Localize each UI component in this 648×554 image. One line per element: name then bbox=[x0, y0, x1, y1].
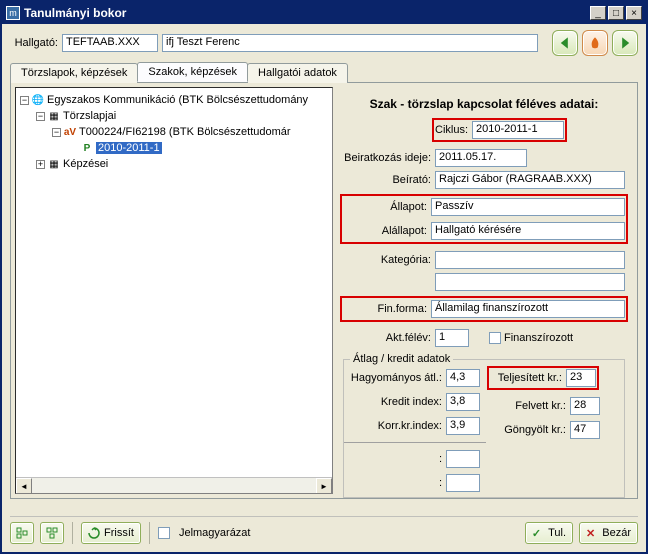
tree-collapse-icon[interactable]: − bbox=[36, 112, 45, 121]
aktfelev-field[interactable]: 1 bbox=[435, 329, 469, 347]
tree-h-scrollbar[interactable]: ◄ ► bbox=[16, 477, 332, 493]
p-icon: P bbox=[80, 142, 94, 154]
korr-label: Korr.kr.index: bbox=[350, 420, 442, 432]
beiratkozas-label: Beiratkozás ideje: bbox=[343, 152, 431, 164]
atlag-kredit-group: Átlag / kredit adatok Hagyományos átl.:4… bbox=[343, 359, 625, 498]
tul-button[interactable]: Tul. bbox=[525, 522, 573, 544]
grid-icon: ▦ bbox=[47, 110, 61, 122]
felv-field[interactable]: 28 bbox=[570, 397, 600, 415]
beirato-label: Beírató: bbox=[343, 174, 431, 186]
av-icon: aV bbox=[63, 126, 77, 138]
nav-fire-button[interactable] bbox=[582, 30, 608, 56]
gong-label: Göngyölt kr.: bbox=[490, 424, 566, 436]
scroll-right-icon[interactable]: ► bbox=[316, 478, 332, 494]
ciklus-label: Ciklus: bbox=[435, 124, 468, 136]
tab-hallgatoi[interactable]: Hallgatói adatok bbox=[247, 63, 348, 83]
kredit-field[interactable]: 3,8 bbox=[446, 393, 480, 411]
scroll-left-icon[interactable]: ◄ bbox=[16, 478, 32, 494]
tree-collapse-all-button[interactable] bbox=[10, 522, 34, 544]
finanszirozott-label: Finanszírozott bbox=[504, 332, 573, 344]
tree-expand-all-button[interactable] bbox=[40, 522, 64, 544]
hagy-field[interactable]: 4,3 bbox=[446, 369, 480, 387]
globe-icon: 🌐 bbox=[31, 94, 45, 106]
empty2-label: : bbox=[350, 477, 442, 489]
hallgato-code-field[interactable]: TEFTAAB.XXX bbox=[62, 34, 158, 52]
minimize-button[interactable]: _ bbox=[590, 6, 606, 20]
frissit-button[interactable]: Frissít bbox=[81, 522, 141, 544]
tree-pane[interactable]: − 🌐 Egyszakos Kommunikáció (BTK Bölcsész… bbox=[15, 87, 333, 494]
tree-node-t000224[interactable]: T000224/FI62198 (BTK Bölcsészettudomár bbox=[79, 126, 291, 138]
kategoria-field[interactable] bbox=[435, 251, 625, 269]
app-icon: m bbox=[6, 6, 20, 20]
nav-prev-button[interactable] bbox=[552, 30, 578, 56]
kredit-label: Kredit index: bbox=[350, 396, 442, 408]
beiratkozas-field[interactable]: 2011.05.17. bbox=[435, 149, 527, 167]
bezar-button[interactable]: Bezár bbox=[579, 522, 638, 544]
grid-icon: ▦ bbox=[47, 158, 61, 170]
telj-field[interactable]: 23 bbox=[566, 369, 596, 387]
hagy-label: Hagyományos átl.: bbox=[350, 372, 442, 384]
felv-label: Felvett kr.: bbox=[490, 400, 566, 412]
tree-collapse-icon[interactable]: − bbox=[52, 128, 61, 137]
empty2-field[interactable] bbox=[446, 474, 480, 492]
finanszirozott-checkbox[interactable] bbox=[489, 332, 501, 344]
korr-field[interactable]: 3,9 bbox=[446, 417, 480, 435]
nav-next-button[interactable] bbox=[612, 30, 638, 56]
jelmagyarazat-label: Jelmagyarázat bbox=[179, 527, 251, 539]
tab-szakok[interactable]: Szakok, képzések bbox=[137, 62, 248, 82]
window-title: Tanulmányi bokor bbox=[24, 6, 588, 20]
alallapot-field[interactable]: Hallgató kérésére bbox=[431, 222, 625, 240]
titlebar: m Tanulmányi bokor _ □ × bbox=[2, 2, 646, 24]
tree-node-root[interactable]: Egyszakos Kommunikáció (BTK Bölcsészettu… bbox=[47, 94, 308, 106]
tree-collapse-icon[interactable]: − bbox=[20, 96, 29, 105]
aktfelev-label: Akt.félév: bbox=[343, 332, 431, 344]
jelmagyarazat-checkbox[interactable] bbox=[158, 527, 170, 539]
close-button[interactable]: × bbox=[626, 6, 642, 20]
maximize-button[interactable]: □ bbox=[608, 6, 624, 20]
allapot-label: Állapot: bbox=[343, 201, 427, 213]
allapot-field[interactable]: Passzív bbox=[431, 198, 625, 216]
tab-torzslapok[interactable]: Törzslapok, képzések bbox=[10, 63, 138, 83]
finforma-field[interactable]: Államilag finanszírozott bbox=[431, 300, 625, 318]
kategoria-label: Kategória: bbox=[343, 254, 431, 266]
empty1-label: : bbox=[350, 453, 442, 465]
tree-node-torzslapjai[interactable]: Törzslapjai bbox=[63, 110, 116, 122]
ciklus-field[interactable]: 2010-2011-1 bbox=[472, 121, 564, 139]
gong-field[interactable]: 47 bbox=[570, 421, 600, 439]
hallgato-label: Hallgató: bbox=[10, 37, 58, 49]
tree-expand-icon[interactable]: + bbox=[36, 160, 45, 169]
finforma-label: Fin.forma: bbox=[343, 303, 427, 315]
section-title: Szak - törzslap kapcsolat féléves adatai… bbox=[343, 97, 625, 111]
alallapot-label: Alállapot: bbox=[343, 225, 427, 237]
tree-node-kepzesei[interactable]: Képzései bbox=[63, 158, 108, 170]
telj-label: Teljesített kr.: bbox=[490, 372, 562, 384]
tree-node-selected[interactable]: 2010-2011-1 bbox=[96, 142, 162, 154]
empty1-field[interactable] bbox=[446, 450, 480, 468]
beirato-field[interactable]: Rajczi Gábor (RAGRAAB.XXX) bbox=[435, 171, 625, 189]
hallgato-name-field[interactable]: ifj Teszt Ferenc bbox=[162, 34, 538, 52]
tab-strip: Törzslapok, képzések Szakok, képzések Ha… bbox=[10, 62, 638, 83]
group-legend: Átlag / kredit adatok bbox=[350, 353, 453, 365]
extra-field[interactable] bbox=[435, 273, 625, 291]
